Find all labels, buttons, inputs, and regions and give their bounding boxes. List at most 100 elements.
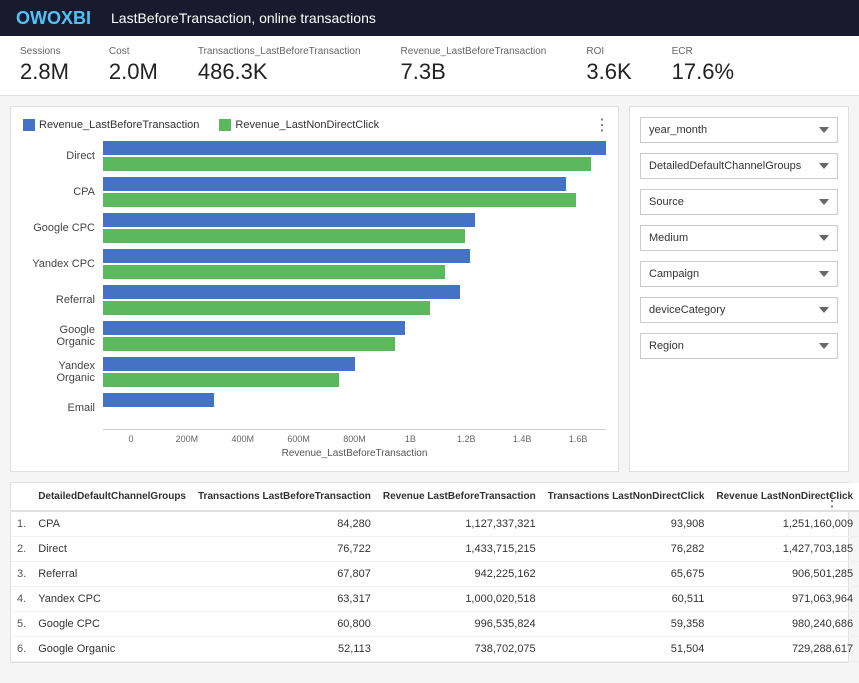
legend-blue-label: Revenue_LastBeforeTransaction	[39, 119, 199, 131]
bar-green-yandex-cpc	[103, 265, 445, 279]
cell-trans-last: 76,722	[192, 537, 377, 562]
cell-trans-non: 51,504	[542, 637, 711, 662]
chart-label-email: Email	[23, 402, 103, 414]
page-title: LastBeforeTransaction, online transactio…	[111, 10, 376, 26]
table-menu-icon[interactable]: ⋮	[824, 491, 840, 511]
cell-rev-non: 1,427,703,185	[710, 537, 859, 562]
chart-bars-cpa	[103, 177, 606, 207]
x-tick-1b: 1B	[382, 434, 438, 444]
cell-rev-last: 1,433,715,215	[377, 537, 542, 562]
chart-row-direct: Direct	[23, 141, 606, 171]
chart-row-yandex-cpc: Yandex CPC	[23, 249, 606, 279]
cell-num: 6.	[11, 637, 32, 662]
bar-blue-yandex-organic	[103, 357, 355, 371]
chart-legend: Revenue_LastBeforeTransaction Revenue_La…	[23, 119, 606, 131]
filter-source[interactable]: Source	[640, 189, 838, 215]
cell-rev-non: 906,501,285	[710, 562, 859, 587]
bar-green-google-cpc	[103, 229, 465, 243]
cell-channel: Google CPC	[32, 612, 192, 637]
chart-bars-yandex-cpc	[103, 249, 606, 279]
cell-trans-non: 93,908	[542, 511, 711, 537]
chart-label-yandex-cpc: Yandex CPC	[23, 258, 103, 270]
table-row: 6. Google Organic 52,113 738,702,075 51,…	[11, 637, 859, 662]
cell-trans-non: 60,511	[542, 587, 711, 612]
filter-campaign[interactable]: Campaign	[640, 261, 838, 287]
cell-trans-last: 60,800	[192, 612, 377, 637]
table-row: 2. Direct 76,722 1,433,715,215 76,282 1,…	[11, 537, 859, 562]
chart-bars-google-organic	[103, 321, 606, 351]
filter-device-category[interactable]: deviceCategory	[640, 297, 838, 323]
cell-trans-non: 59,358	[542, 612, 711, 637]
filter-region[interactable]: Region	[640, 333, 838, 359]
x-tick-200m: 200M	[159, 434, 215, 444]
filter-medium[interactable]: Medium	[640, 225, 838, 251]
chart-label-direct: Direct	[23, 150, 103, 162]
bar-blue-referral	[103, 285, 460, 299]
chart-bars-yandex-organic	[103, 357, 606, 387]
cell-num: 2.	[11, 537, 32, 562]
app-logo: OWOXBI	[16, 8, 91, 29]
kpi-roi: ROI 3.6K	[586, 46, 631, 85]
th-num	[11, 483, 32, 511]
kpi-roi-value: 3.6K	[586, 59, 631, 85]
x-tick-1-2b: 1.2B	[438, 434, 494, 444]
kpi-revenue: Revenue_LastBeforeTransaction 7.3B	[401, 46, 547, 85]
legend-blue-dot	[23, 119, 35, 131]
cell-channel: Referral	[32, 562, 192, 587]
th-trans-last[interactable]: Transactions LastBeforeTransaction	[192, 483, 377, 511]
chart-label-yandex-organic: Yandex Organic	[23, 360, 103, 384]
cell-num: 4.	[11, 587, 32, 612]
cell-channel: Yandex CPC	[32, 587, 192, 612]
kpi-ecr-value: 17.6%	[672, 59, 734, 85]
chart-row-google-cpc: Google CPC	[23, 213, 606, 243]
logo-bi: BI	[73, 8, 91, 28]
kpi-ecr-label: ECR	[672, 46, 734, 57]
th-rev-last[interactable]: Revenue LastBeforeTransaction	[377, 483, 542, 511]
cell-channel: CPA	[32, 511, 192, 537]
logo-owox: OWOX	[16, 8, 73, 28]
bar-green-yandex-organic	[103, 373, 339, 387]
chart-bars-google-cpc	[103, 213, 606, 243]
x-tick-600m: 600M	[271, 434, 327, 444]
legend-green: Revenue_LastNonDirectClick	[219, 119, 379, 131]
bar-blue-email	[103, 393, 214, 407]
cell-rev-non: 971,063,964	[710, 587, 859, 612]
kpi-roi-label: ROI	[586, 46, 631, 57]
legend-green-dot	[219, 119, 231, 131]
chart-bars-direct	[103, 141, 606, 171]
chart-label-google-organic: Google Organic	[23, 324, 103, 348]
kpi-ecr: ECR 17.6%	[672, 46, 734, 85]
chart-menu-icon[interactable]: ⋮	[594, 115, 610, 135]
bar-blue-cpa	[103, 177, 566, 191]
data-table-panel: ⋮ DetailedDefaultChannelGroups Transacti…	[10, 482, 849, 663]
kpi-revenue-label: Revenue_LastBeforeTransaction	[401, 46, 547, 57]
bar-blue-google-cpc	[103, 213, 475, 227]
cell-trans-last: 52,113	[192, 637, 377, 662]
cell-rev-non: 729,288,617	[710, 637, 859, 662]
main-content: ⋮ Revenue_LastBeforeTransaction Revenue_…	[0, 96, 859, 482]
kpi-sessions: Sessions 2.8M	[20, 46, 69, 85]
chart-row-referral: Referral	[23, 285, 606, 315]
chart-bars-email	[103, 393, 606, 423]
bar-green-referral	[103, 301, 430, 315]
kpi-cost-value: 2.0M	[109, 59, 158, 85]
bar-blue-direct	[103, 141, 606, 155]
chart-row-cpa: CPA	[23, 177, 606, 207]
kpi-revenue-value: 7.3B	[401, 59, 547, 85]
cell-num: 1.	[11, 511, 32, 537]
cell-trans-last: 84,280	[192, 511, 377, 537]
x-axis: 0 200M 400M 600M 800M 1B 1.2B 1.4B 1.6B	[103, 429, 606, 444]
x-tick-0: 0	[103, 434, 159, 444]
filter-channel-groups[interactable]: DetailedDefaultChannelGroups	[640, 153, 838, 179]
legend-green-label: Revenue_LastNonDirectClick	[235, 119, 379, 131]
th-trans-non[interactable]: Transactions LastNonDirectClick	[542, 483, 711, 511]
x-axis-label: Revenue_LastBeforeTransaction	[103, 448, 606, 459]
th-channel[interactable]: DetailedDefaultChannelGroups	[32, 483, 192, 511]
x-tick-1-4b: 1.4B	[494, 434, 550, 444]
x-tick-400m: 400M	[215, 434, 271, 444]
filter-year-month[interactable]: year_month	[640, 117, 838, 143]
data-table: DetailedDefaultChannelGroups Transaction…	[11, 483, 859, 662]
x-tick-1-6b: 1.6B	[550, 434, 606, 444]
cell-rev-last: 942,225,162	[377, 562, 542, 587]
cell-rev-last: 996,535,824	[377, 612, 542, 637]
